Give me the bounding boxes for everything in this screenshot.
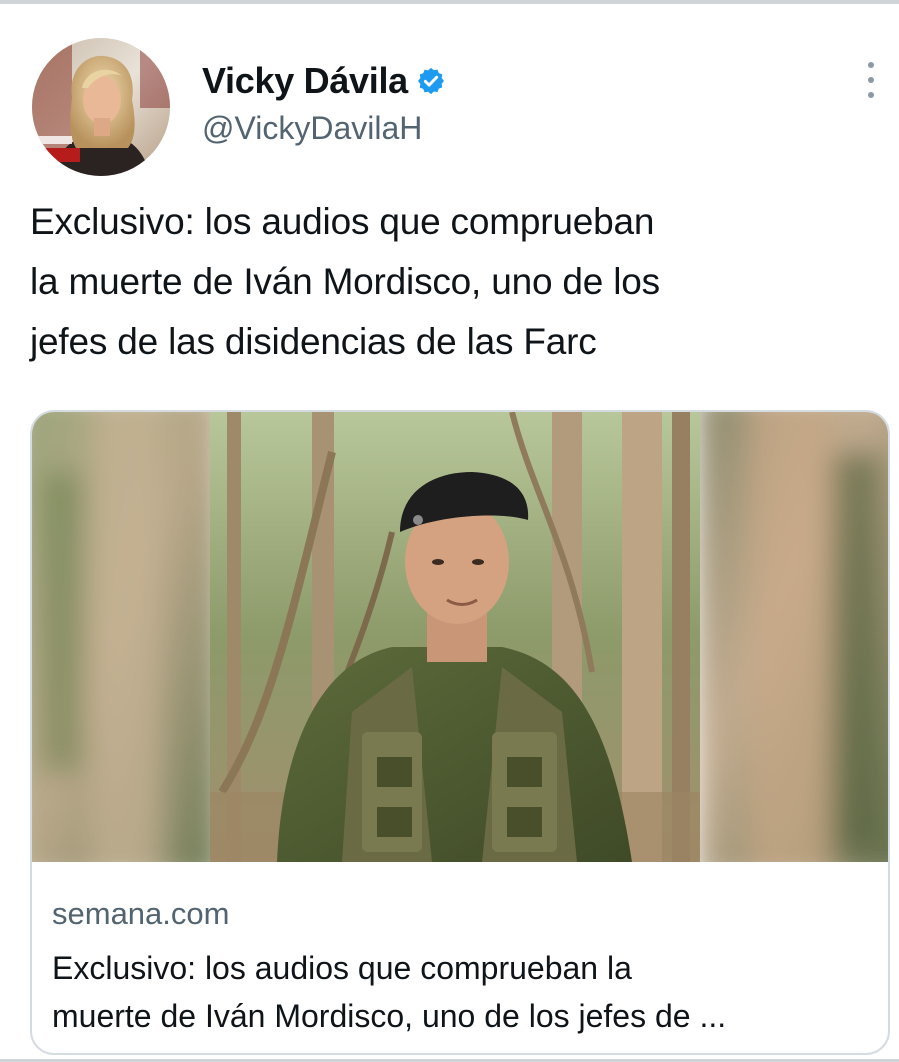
author-handle[interactable]: @VickyDavilaH (202, 110, 422, 147)
tweet-text: Exclusivo: los audios que comprueban la … (30, 192, 875, 372)
card-domain: semana.com (52, 896, 230, 931)
card-title: Exclusivo: los audios que comprueban la … (52, 944, 870, 1040)
link-preview-card[interactable]: semana.com Exclusivo: los audios que com… (30, 410, 890, 1055)
more-dot (868, 92, 874, 98)
more-options-icon[interactable] (858, 62, 884, 98)
card-title-line: muerte de Iván Mordisco, uno de los jefe… (52, 998, 727, 1034)
tweet-text-line: la muerte de Iván Mordisco, uno de los (30, 261, 660, 302)
tweet-text-line: jefes de las disidencias de las Farc (30, 321, 597, 362)
card-footer: semana.com Exclusivo: los audios que com… (32, 862, 888, 1040)
tweet-text-line: Exclusivo: los audios que comprueban (30, 201, 655, 242)
author-name-row: Vicky Dávila (202, 60, 446, 102)
top-divider (0, 0, 899, 4)
author-display-name[interactable]: Vicky Dávila (202, 60, 408, 102)
more-dot (868, 77, 874, 83)
card-title-line: Exclusivo: los audios que comprueban la (52, 950, 632, 986)
avatar[interactable] (32, 38, 170, 176)
card-image[interactable] (32, 412, 888, 862)
verified-badge-icon (416, 66, 446, 96)
more-dot (868, 62, 874, 68)
tweet-screenshot: Vicky Dávila @VickyDavilaH Exclusivo: lo… (0, 0, 899, 1062)
